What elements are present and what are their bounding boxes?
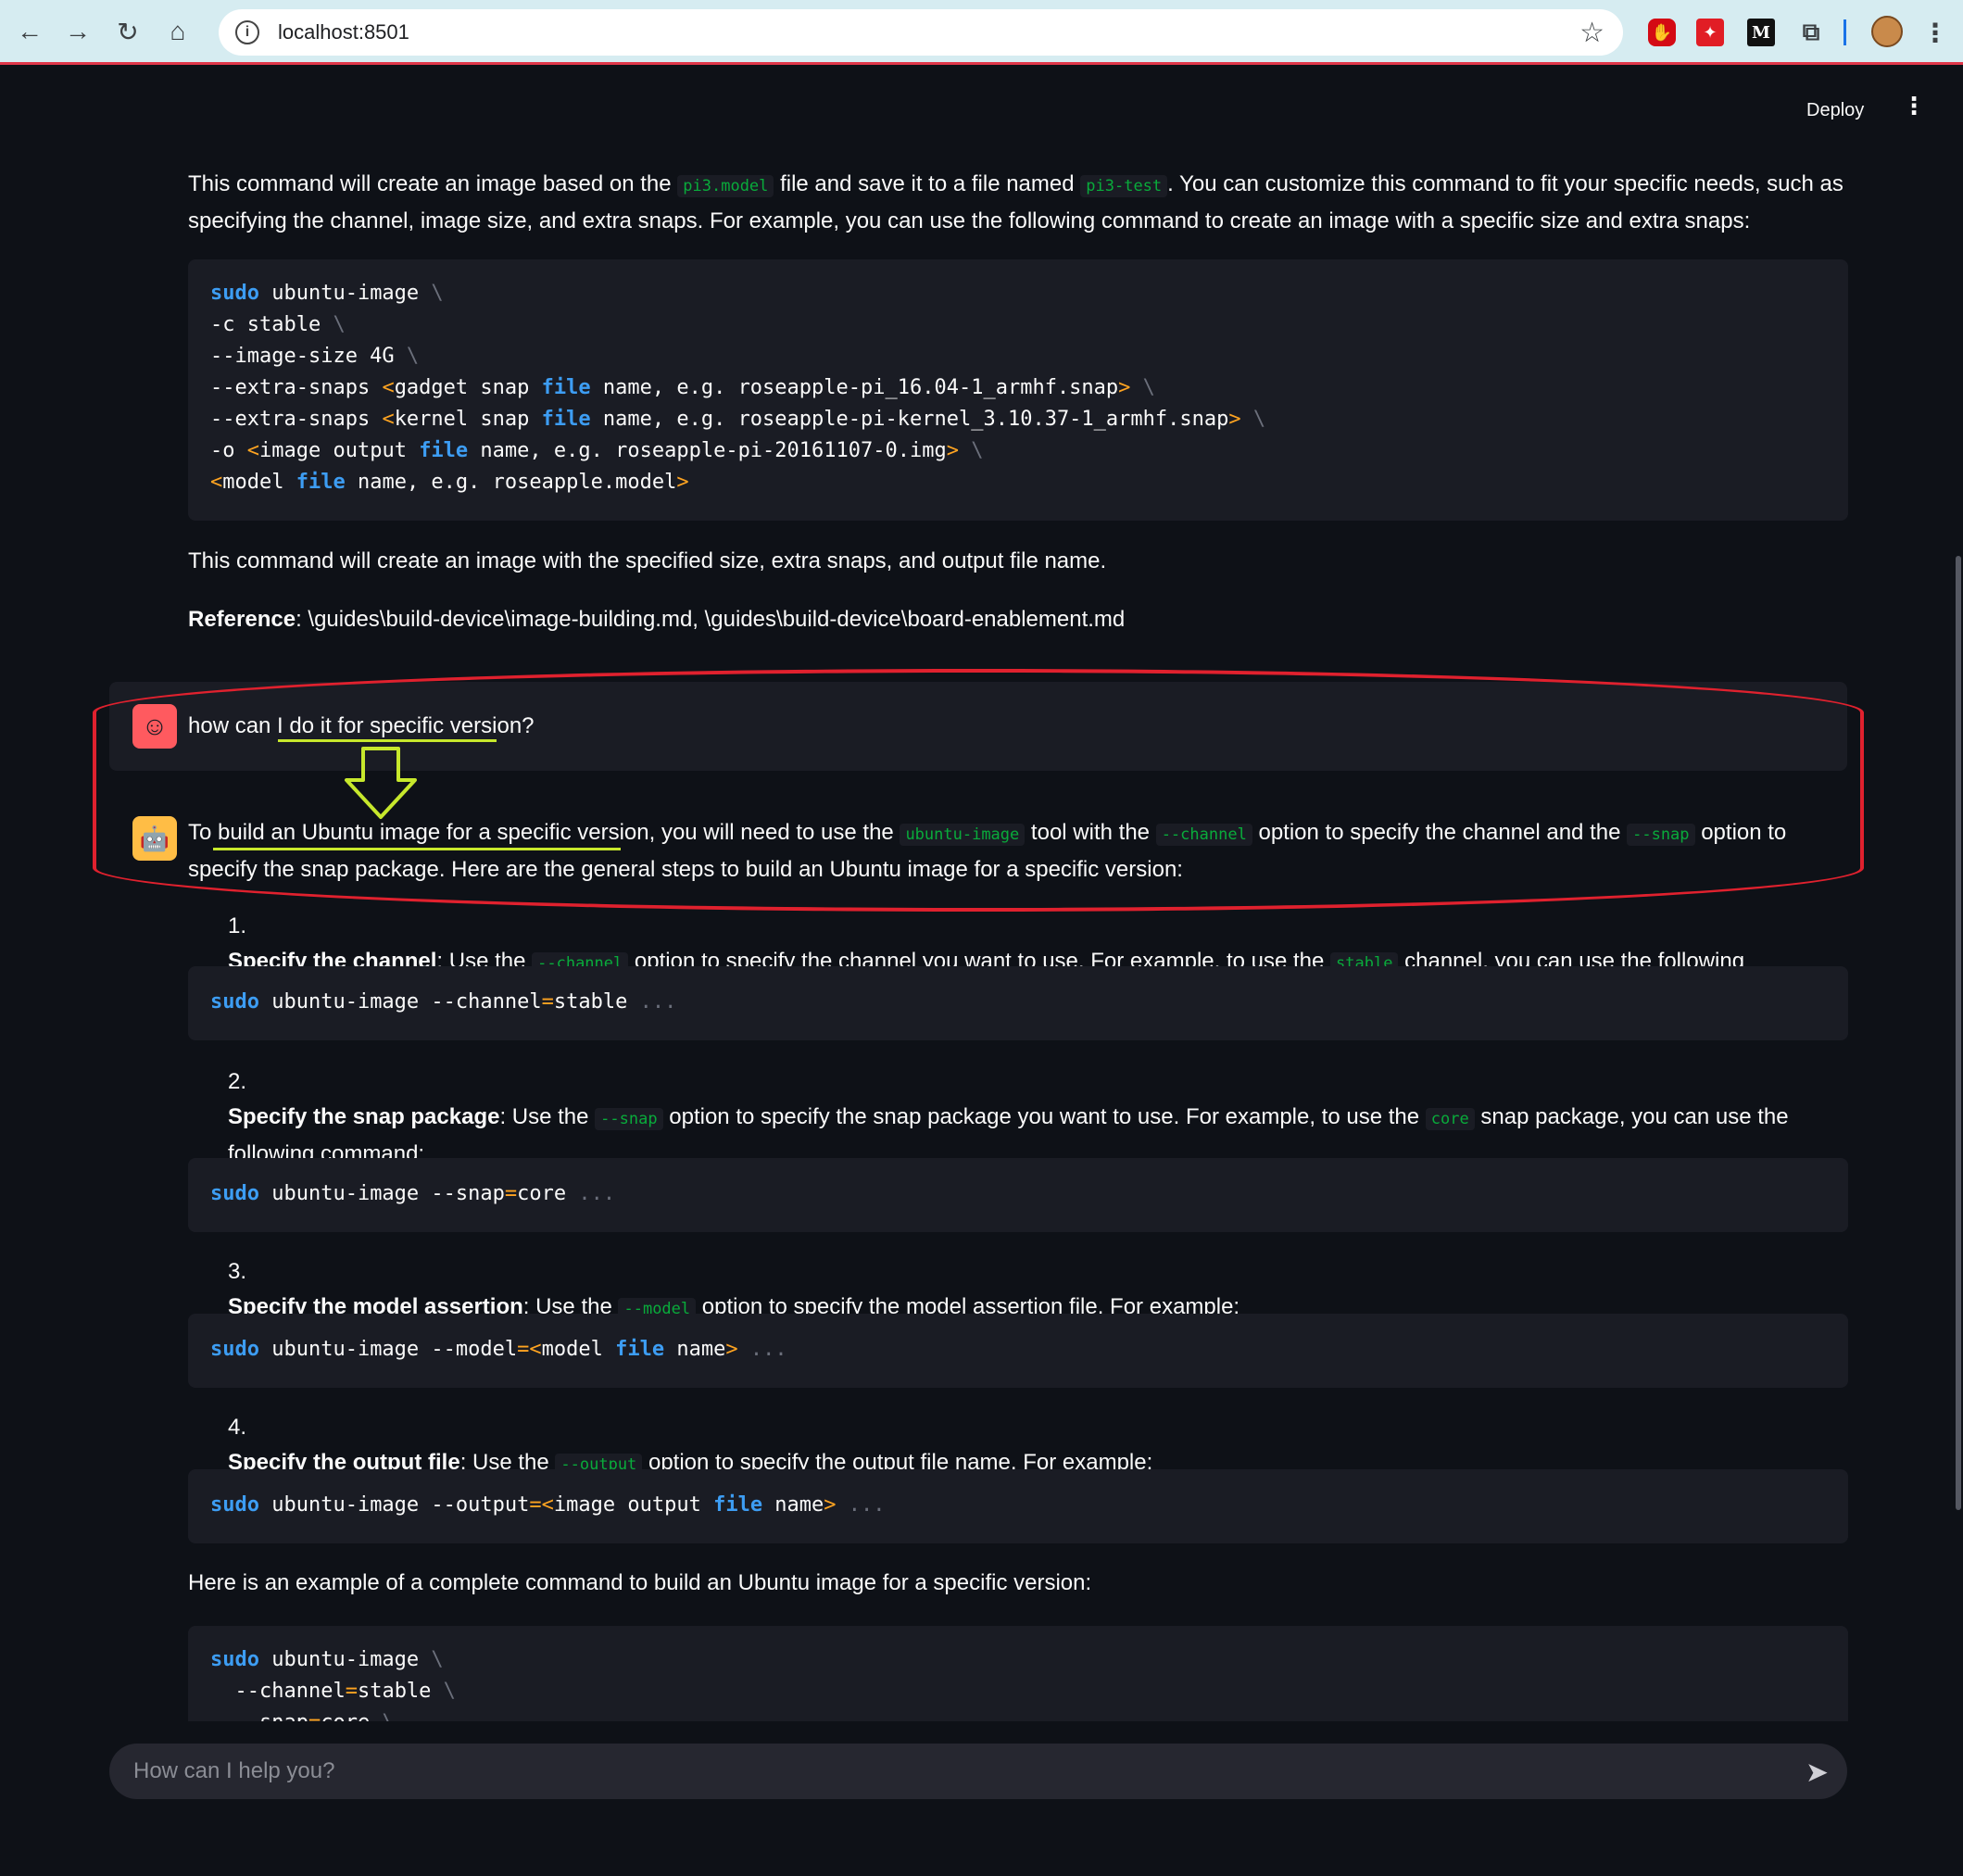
- profile-avatar[interactable]: [1871, 16, 1903, 47]
- chat-input[interactable]: [133, 1744, 1782, 1799]
- code-block-channel[interactable]: sudo ubuntu-image --channel=stable ...: [188, 966, 1848, 1040]
- url-text[interactable]: localhost:8501: [278, 20, 409, 44]
- yellow-down-arrow-icon: [345, 747, 417, 819]
- adblock-extension-icon[interactable]: ✋: [1648, 19, 1676, 46]
- inline-code: pi3-test: [1080, 175, 1168, 197]
- browser-menu-icon[interactable]: ⋮: [1921, 19, 1949, 47]
- browser-toolbar: ← → ↻ ⌂ i localhost:8501 ☆ ✋ ✦ M ⧉ ⋮: [0, 0, 1963, 65]
- deploy-button[interactable]: Deploy: [1806, 100, 1864, 121]
- text: option to specify the snap package you w…: [662, 1104, 1426, 1129]
- toolbar-divider: [1843, 19, 1846, 45]
- reload-icon[interactable]: ↻: [109, 13, 146, 50]
- extensions-puzzle-icon[interactable]: ⧉: [1797, 18, 1825, 46]
- extension-icon[interactable]: ✦: [1696, 19, 1724, 46]
- back-icon[interactable]: ←: [11, 13, 48, 50]
- outro-paragraph: Here is an example of a complete command…: [188, 1570, 1092, 1595]
- intro-paragraph: This command will create an image based …: [188, 167, 1848, 239]
- bookmark-star-icon[interactable]: ☆: [1579, 17, 1604, 49]
- text: file and save it to a file named: [774, 171, 1081, 196]
- inline-code: core: [1425, 1108, 1475, 1130]
- code-block-complete-example[interactable]: sudo ubuntu-image \ --channel=stable \ -…: [188, 1626, 1848, 1721]
- code-block-output[interactable]: sudo ubuntu-image --output=<image output…: [188, 1469, 1848, 1543]
- app-menu-icon[interactable]: ⋮: [1902, 94, 1926, 118]
- step-number: 2.: [228, 1069, 247, 1094]
- step-2: 2. Specify the snap package: Use the --s…: [188, 1064, 1848, 1172]
- reference-paragraph: Reference: \guides\build-device\image-bu…: [188, 602, 1125, 637]
- summary-paragraph: This command will create an image with t…: [188, 548, 1107, 573]
- yellow-underline: [278, 739, 497, 742]
- site-info-icon[interactable]: i: [235, 20, 259, 44]
- previous-assistant-response: This command will create an image based …: [188, 167, 1848, 239]
- page-load-bar: [0, 62, 1963, 65]
- yellow-underline: [213, 848, 621, 850]
- step-number: 4.: [228, 1415, 247, 1440]
- chat-input-box[interactable]: ➤: [109, 1744, 1847, 1799]
- inline-code: pi3.model: [677, 175, 774, 197]
- send-icon[interactable]: ➤: [1806, 1756, 1829, 1789]
- code-block-model[interactable]: sudo ubuntu-image --model=<model file na…: [188, 1314, 1848, 1388]
- code-block-full-command[interactable]: sudo ubuntu-image \ -c stable \ --image-…: [188, 259, 1848, 521]
- address-bar[interactable]: i localhost:8501 ☆: [219, 9, 1623, 56]
- medium-extension-icon[interactable]: M: [1747, 19, 1775, 46]
- inline-code: --snap: [595, 1108, 663, 1130]
- reference-label: Reference: [188, 607, 296, 632]
- page-scrollbar[interactable]: [1956, 556, 1961, 1510]
- code-block-snap[interactable]: sudo ubuntu-image --snap=core ...: [188, 1158, 1848, 1232]
- step-title: Specify the snap package: [228, 1104, 500, 1129]
- home-icon[interactable]: ⌂: [159, 13, 196, 50]
- text: This command will create an image based …: [188, 171, 678, 196]
- step-number: 1.: [228, 913, 247, 938]
- forward-icon[interactable]: →: [59, 13, 96, 50]
- text: : Use the: [499, 1104, 596, 1129]
- reference-text: : \guides\build-device\image-building.md…: [296, 607, 1126, 632]
- step-number: 3.: [228, 1259, 247, 1284]
